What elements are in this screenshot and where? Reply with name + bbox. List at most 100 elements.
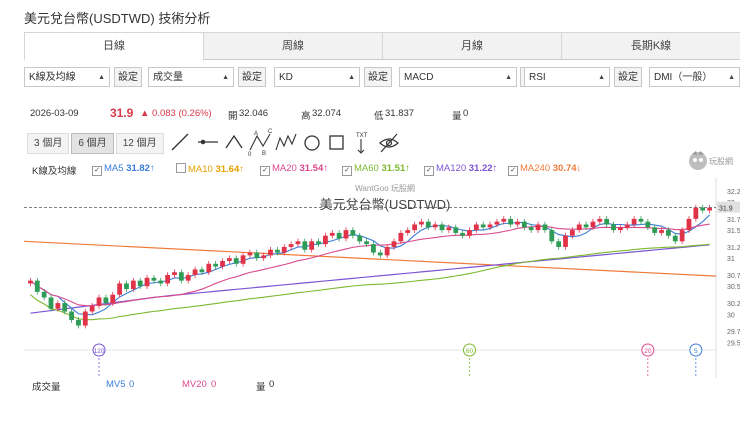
period-12m-button[interactable]: 12 個月: [115, 133, 164, 154]
ma5-toggle[interactable]: ✓ MA5 31.82↑: [92, 163, 155, 176]
rsi-settings-button[interactable]: 設定: [614, 67, 642, 87]
select-arrow-icon: ▲: [98, 74, 105, 81]
candle-body: [419, 221, 424, 225]
volume-label: 量: [452, 111, 462, 122]
candle-body: [590, 221, 596, 228]
candle-body: [158, 280, 164, 284]
candle-body: [316, 241, 321, 245]
page-title: 美元兌台幣(USDTWD) 技術分析: [24, 11, 211, 26]
period-6m-button[interactable]: 6 個月: [71, 133, 114, 154]
candle-body: [172, 272, 177, 276]
candle-body: [460, 232, 466, 236]
select-arrow-icon: ▲: [598, 74, 605, 81]
kd-select[interactable]: KD ▲: [274, 67, 360, 87]
candle-body: [233, 258, 239, 264]
candle-body: [453, 227, 459, 233]
chart-title: 美元兌台幣(USDTWD): [320, 197, 451, 212]
select-arrow-icon: ▲: [222, 74, 229, 81]
period-3m-button[interactable]: 3 個月: [27, 133, 70, 154]
candle-body: [631, 218, 637, 225]
candle-body: [117, 283, 123, 295]
candle-body: [597, 218, 603, 222]
dmi-select[interactable]: DMI（一般） ▲: [649, 67, 740, 87]
wantgoo-logo: 玩股網: [689, 151, 733, 170]
candle-body: [240, 255, 246, 264]
candle-body: [268, 249, 273, 256]
svg-text:玩股網: 玩股網: [709, 156, 733, 166]
candle-body: [254, 252, 260, 259]
candle-body: [686, 218, 692, 231]
abc-pattern-tool-icon[interactable]: A B C 0: [248, 129, 273, 158]
candle-body: [446, 227, 452, 231]
candle-body: [549, 230, 555, 242]
select-value: KD: [279, 72, 293, 83]
circle-tool-icon[interactable]: [304, 135, 320, 151]
candle-body: [425, 221, 431, 228]
ma240-line: [23, 240, 717, 277]
checkbox-icon[interactable]: ✓: [260, 166, 270, 176]
select-arrow-icon: ▲: [348, 74, 355, 81]
tab-weekly[interactable]: 周線: [203, 32, 383, 59]
trend-tool-icon[interactable]: [225, 134, 243, 149]
ma-value: 31.82↑: [126, 163, 155, 174]
svg-text:B: B: [262, 151, 266, 157]
volume-settings-button[interactable]: 設定: [238, 67, 266, 87]
candle-body: [652, 227, 658, 233]
candle-body: [583, 224, 589, 228]
ma20-toggle[interactable]: ✓ MA20 31.54↑: [260, 163, 328, 176]
candle-body: [707, 207, 712, 211]
high-value: 32.074: [312, 108, 342, 119]
candle-body: [34, 280, 40, 292]
candle-body: [323, 235, 328, 245]
svg-text:A: A: [254, 131, 258, 137]
rsi-select[interactable]: RSI ▲: [524, 67, 610, 87]
candle-body: [89, 305, 95, 312]
ma-value: 31.64↑: [215, 164, 244, 175]
event-marker-label: 5: [694, 348, 698, 355]
candle-body: [364, 241, 369, 245]
candle-body: [76, 319, 81, 326]
candle-body: [659, 230, 664, 233]
candle-body: [206, 263, 212, 273]
main-indicator-select[interactable]: K線及均線 ▲: [24, 67, 110, 87]
ma240-toggle[interactable]: ✓ MA240 30.74↓: [508, 163, 581, 176]
candle-body: [144, 277, 150, 287]
candle-body: [343, 230, 349, 239]
abcde-pattern-tool-icon[interactable]: [275, 133, 297, 151]
y-tick-label: 30.7: [727, 273, 740, 280]
main-settings-button[interactable]: 設定: [114, 67, 142, 87]
y-tick-label: 29.7: [727, 329, 740, 336]
candle-body: [432, 224, 438, 228]
y-tick-label: 30.2: [727, 301, 740, 308]
line-tool-icon[interactable]: [171, 133, 189, 151]
checkbox-icon[interactable]: ✓: [92, 166, 102, 176]
hide-drawings-icon[interactable]: [379, 133, 399, 153]
candle-body: [213, 263, 219, 267]
ma60-toggle[interactable]: ✓ MA60 31.51↑: [342, 163, 410, 176]
candle-body: [110, 294, 116, 304]
tab-daily[interactable]: 日線: [24, 32, 204, 61]
candle-body: [563, 235, 568, 247]
macd-select[interactable]: MACD ▲: [399, 67, 517, 87]
candle-body: [391, 241, 397, 247]
horizontal-line-tool-icon[interactable]: [198, 139, 218, 145]
tab-monthly[interactable]: 月線: [382, 32, 562, 59]
rectangle-tool-icon[interactable]: [329, 135, 344, 150]
checkbox-icon[interactable]: [176, 163, 186, 173]
checkbox-icon[interactable]: ✓: [424, 166, 434, 176]
tab-long-term[interactable]: 長期K線: [561, 32, 740, 59]
candle-body: [521, 221, 527, 228]
candle-body: [624, 224, 630, 228]
candle-body: [96, 297, 102, 306]
kd-settings-button[interactable]: 設定: [364, 67, 392, 87]
svg-text:TXT: TXT: [356, 133, 368, 139]
checkbox-icon[interactable]: ✓: [508, 166, 518, 176]
volume-select[interactable]: 成交量 ▲: [148, 67, 234, 87]
checkbox-icon[interactable]: ✓: [342, 166, 352, 176]
candle-body: [487, 224, 493, 228]
candle-body: [556, 241, 562, 247]
high-label: 高: [301, 111, 311, 122]
text-tool-icon[interactable]: TXT: [356, 133, 368, 154]
ma10-toggle[interactable]: MA10 31.64↑: [176, 163, 244, 175]
ma120-toggle[interactable]: ✓ MA120 31.22↑: [424, 163, 497, 176]
